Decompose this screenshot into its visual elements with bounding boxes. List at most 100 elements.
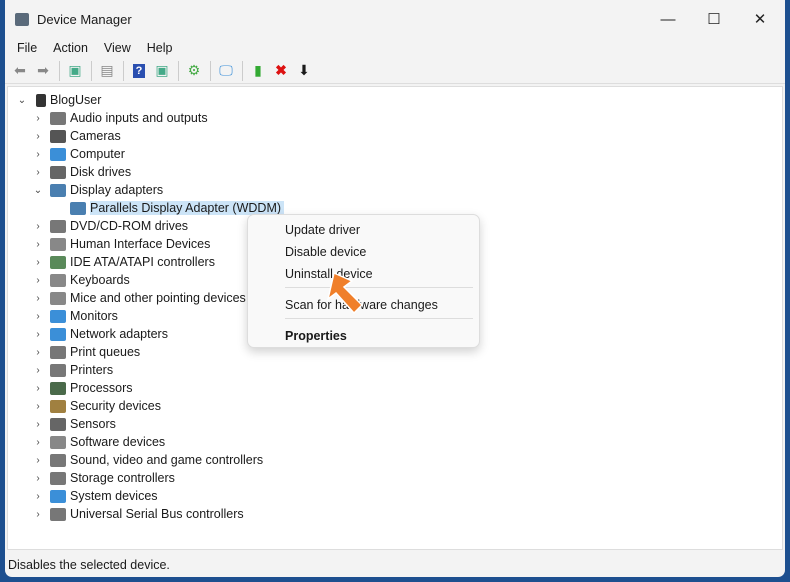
chevron-right-icon[interactable]: › xyxy=(32,419,44,430)
tree-item-label: Universal Serial Bus controllers xyxy=(70,507,244,521)
menu-bar: File Action View Help xyxy=(5,38,785,58)
chevron-right-icon[interactable]: › xyxy=(32,131,44,142)
tree-item[interactable]: › Audio inputs and outputs xyxy=(32,109,208,127)
chevron-right-icon[interactable]: › xyxy=(32,221,44,232)
tree-item[interactable]: › Computer xyxy=(32,145,125,163)
menu-view[interactable]: View xyxy=(96,41,139,55)
tree-item-label: Human Interface Devices xyxy=(70,237,211,251)
chevron-right-icon[interactable]: › xyxy=(32,509,44,520)
chevron-right-icon[interactable]: › xyxy=(32,113,44,124)
tree-item-label: Processors xyxy=(70,381,133,395)
menu-item-properties[interactable]: Properties xyxy=(285,329,347,343)
device-category-icon xyxy=(50,471,66,485)
tree-item[interactable]: › Monitors xyxy=(32,307,118,325)
menu-item-update-driver[interactable]: Update driver xyxy=(285,223,360,237)
tree-root[interactable]: ⌄ BlogUser xyxy=(16,91,102,109)
device-category-icon xyxy=(50,417,66,431)
tree-item-label: Audio inputs and outputs xyxy=(70,111,208,125)
tree-item[interactable]: › Disk drives xyxy=(32,163,131,181)
tree-item-label: Software devices xyxy=(70,435,166,449)
close-button[interactable]: ✕ xyxy=(737,0,783,38)
device-category-icon xyxy=(50,237,66,251)
uninstall-icon[interactable]: ✖ xyxy=(270,60,292,82)
device-category-icon xyxy=(50,345,66,359)
tree-item-label: Cameras xyxy=(70,129,121,143)
device-category-icon xyxy=(50,165,66,179)
tree-item[interactable]: › Print queues xyxy=(32,343,140,361)
tree-item[interactable]: › DVD/CD-ROM drives xyxy=(32,217,188,235)
tree-item-label: IDE ATA/ATAPI controllers xyxy=(70,255,215,269)
tree-item[interactable]: › Security devices xyxy=(32,397,161,415)
minimize-button[interactable]: — xyxy=(645,0,691,38)
menu-action[interactable]: Action xyxy=(45,41,96,55)
window-title: Device Manager xyxy=(37,11,132,27)
properties-icon[interactable]: ▤ xyxy=(96,60,118,82)
tree-item[interactable]: › Processors xyxy=(32,379,133,397)
chevron-right-icon[interactable]: › xyxy=(32,347,44,358)
chevron-right-icon[interactable]: › xyxy=(32,491,44,502)
tree-item-label: Print queues xyxy=(70,345,141,359)
tree-item[interactable]: › Network adapters xyxy=(32,325,168,343)
chevron-right-icon[interactable]: › xyxy=(32,167,44,178)
tree-item[interactable]: › Human Interface Devices xyxy=(32,235,210,253)
tree-item-label: Sound, video and game controllers xyxy=(70,453,264,467)
tree-root-label: BlogUser xyxy=(50,93,102,107)
tree-item-label: Storage controllers xyxy=(70,471,175,485)
help-icon[interactable]: ? xyxy=(128,60,150,82)
tree-item[interactable]: › Sound, video and game controllers xyxy=(32,451,263,469)
chevron-right-icon[interactable]: › xyxy=(32,293,44,304)
tree-item[interactable]: › Software devices xyxy=(32,433,165,451)
menu-item-disable-device[interactable]: Disable device xyxy=(285,245,366,259)
tree-item-label: System devices xyxy=(70,489,158,503)
context-menu: Update driver Disable device Uninstall d… xyxy=(247,214,480,348)
chevron-right-icon[interactable]: › xyxy=(32,401,44,412)
tree-item-label: Disk drives xyxy=(70,165,132,179)
tree-item[interactable]: ⌄ Display adapters xyxy=(32,181,163,199)
chevron-down-icon[interactable]: ⌄ xyxy=(32,185,44,196)
tree-item-label: Computer xyxy=(70,147,125,161)
chevron-right-icon[interactable]: › xyxy=(32,455,44,466)
chevron-right-icon[interactable]: › xyxy=(32,437,44,448)
tree-item[interactable]: › Mice and other pointing devices xyxy=(32,289,245,307)
menu-file[interactable]: File xyxy=(9,41,45,55)
tree-item[interactable]: › Universal Serial Bus controllers xyxy=(32,505,244,523)
update-driver-icon[interactable]: ▮ xyxy=(247,60,269,82)
tree-item-label: Monitors xyxy=(70,309,118,323)
tree-item[interactable]: › Cameras xyxy=(32,127,121,145)
tree-item-label: Security devices xyxy=(70,399,162,413)
device-manager-icon xyxy=(15,12,29,26)
device-category-icon xyxy=(50,129,66,143)
chevron-right-icon[interactable]: › xyxy=(32,149,44,160)
chevron-right-icon[interactable]: › xyxy=(32,275,44,286)
menu-help[interactable]: Help xyxy=(139,41,181,55)
tree-item[interactable]: › Storage controllers xyxy=(32,469,175,487)
chevron-right-icon[interactable]: › xyxy=(32,329,44,340)
pointer-arrow-icon xyxy=(326,271,364,315)
tree-item[interactable]: › IDE ATA/ATAPI controllers xyxy=(32,253,215,271)
tree-item-label: Network adapters xyxy=(70,327,168,341)
tree-item-label: Keyboards xyxy=(70,273,130,287)
forward-icon[interactable]: ➡ xyxy=(32,60,54,82)
chevron-right-icon[interactable]: › xyxy=(32,239,44,250)
device-category-icon xyxy=(50,507,66,521)
device-category-icon xyxy=(50,435,66,449)
action-pane-icon[interactable]: ▣ xyxy=(151,60,173,82)
tree-item[interactable]: › Printers xyxy=(32,361,113,379)
show-hide-console-tree-icon[interactable]: ▣ xyxy=(64,60,86,82)
monitor-icon[interactable]: 🖵 xyxy=(215,60,237,82)
maximize-button[interactable]: ☐ xyxy=(691,0,737,38)
device-category-icon xyxy=(50,111,66,125)
tree-item[interactable]: › System devices xyxy=(32,487,158,505)
tree-item[interactable]: › Sensors xyxy=(32,415,116,433)
back-icon[interactable]: ⬅ xyxy=(9,60,31,82)
disable-icon[interactable]: ⬇ xyxy=(293,60,315,82)
chevron-right-icon[interactable]: › xyxy=(32,383,44,394)
chevron-down-icon[interactable]: ⌄ xyxy=(16,95,28,106)
device-category-icon xyxy=(50,255,66,269)
tree-item[interactable]: › Keyboards xyxy=(32,271,130,289)
chevron-right-icon[interactable]: › xyxy=(32,257,44,268)
chevron-right-icon[interactable]: › xyxy=(32,311,44,322)
chevron-right-icon[interactable]: › xyxy=(32,473,44,484)
scan-hardware-icon[interactable]: ⚙ xyxy=(183,60,205,82)
chevron-right-icon[interactable]: › xyxy=(32,365,44,376)
